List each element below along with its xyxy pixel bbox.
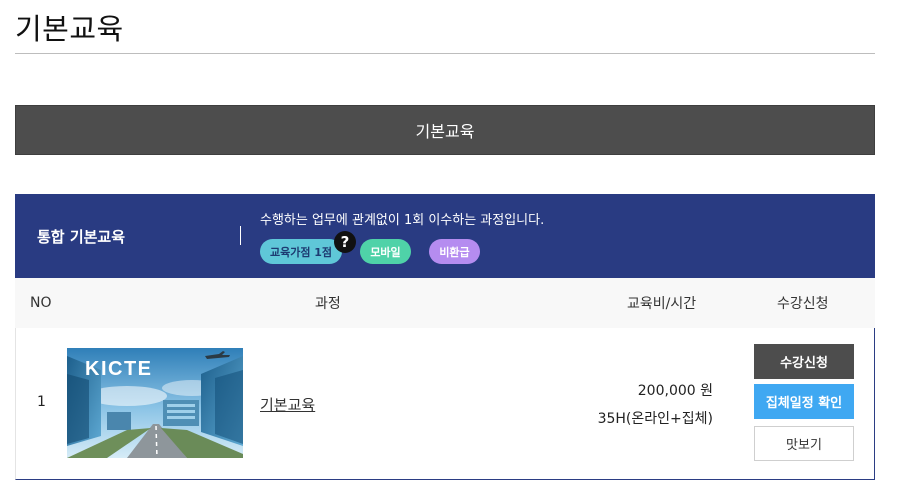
course-price: 200,000 원	[637, 383, 713, 399]
tag-non-refundable: 비환급	[429, 239, 480, 264]
course-title-link[interactable]: 기본교육	[260, 394, 315, 415]
help-icon[interactable]: ?	[334, 231, 356, 253]
title-divider	[15, 53, 875, 54]
course-thumbnail[interactable]: KICTE	[67, 348, 243, 458]
course-group-name: 통합 기본교육	[37, 227, 126, 246]
section-tab-label: 기본교육	[415, 122, 475, 141]
col-header-course: 과정	[315, 296, 341, 312]
course-group-header: 통합 기본교육 수행하는 업무에 관계없이 1회 이수하는 과정입니다. 교육가…	[15, 194, 875, 278]
thumbnail-caption: KICTE	[85, 358, 153, 380]
course-hours: 35H(온라인+집체)	[597, 411, 713, 427]
section-tab-basic-education[interactable]: 기본교육	[15, 105, 875, 155]
apply-button[interactable]: 수강신청	[754, 344, 854, 379]
course-group-description: 수행하는 업무에 관계없이 1회 이수하는 과정입니다.	[260, 213, 545, 228]
table-header: NO 과정 교육비/시간 수강신청	[15, 278, 875, 329]
row-number: 1	[37, 394, 46, 410]
check-schedule-button[interactable]: 집체일정 확인	[754, 384, 854, 419]
header-divider	[240, 226, 241, 245]
preview-button[interactable]: 맛보기	[754, 426, 854, 461]
col-header-fee-time: 교육비/시간	[627, 296, 697, 312]
col-header-apply: 수강신청	[777, 296, 829, 312]
page-title: 기본교육	[15, 12, 124, 46]
table-row: 1 KICTE 기본교육 200,000 원 35H(온라인+집체) 수강신청 …	[15, 328, 875, 480]
tag-mobile: 모바일	[360, 239, 411, 264]
col-header-no: NO	[30, 295, 52, 311]
tag-education-points: 교육가점 1점	[260, 239, 342, 264]
